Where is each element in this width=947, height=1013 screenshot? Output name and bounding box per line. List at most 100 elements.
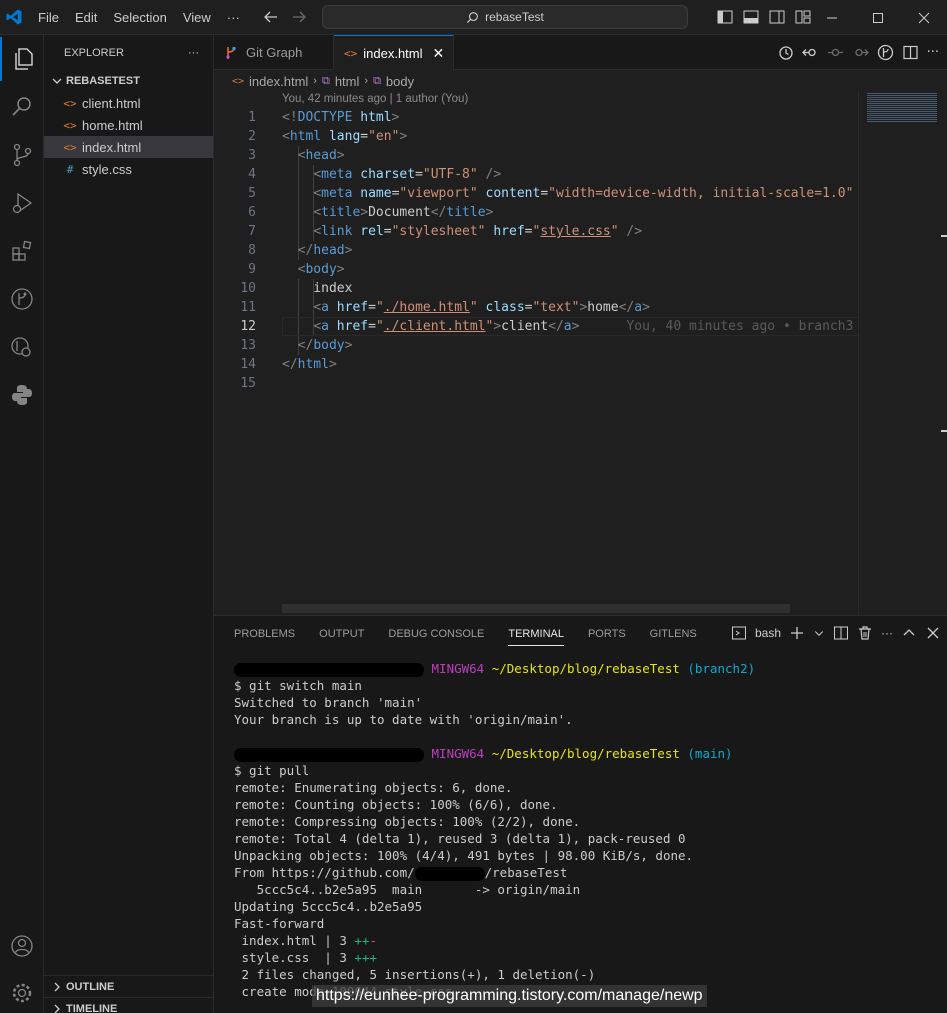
code-line[interactable]: 2 <html lang="en"> [214,127,858,146]
maximize-panel-icon[interactable] [901,625,917,641]
trash-icon[interactable] [857,625,873,641]
file-style-css[interactable]: # style.css [44,158,213,180]
close-window-button[interactable] [901,0,947,35]
line-number: 1 [248,110,256,125]
minimize-button[interactable] [809,0,855,35]
more-actions-button[interactable]: ··· [881,626,893,640]
code-editor[interactable]: 1 <!DOCTYPE html> 2 <html lang="en"> 3 <head… [214,108,858,608]
source-control-activity[interactable] [0,133,44,177]
code-text: <link rel="stylesheet" href="style.css" … [282,222,858,241]
code-line[interactable]: 6 <title>Document</title> [214,203,858,222]
menu-selection[interactable]: Selection [105,10,174,25]
more-actions-button[interactable]: ··· [927,44,939,61]
scrollbar-thumb[interactable] [941,235,947,237]
code-line[interactable]: 15 [214,374,858,393]
code-line[interactable]: 13 </body> [214,336,858,355]
explorer-activity[interactable] [0,37,44,81]
outline-section[interactable]: OUTLINE [44,975,214,997]
code-line[interactable]: 10 index [214,279,858,298]
chevron-down-icon[interactable] [813,625,825,641]
code-line[interactable]: 4 <meta charset="UTF-8" /> [214,165,858,184]
file-client-html[interactable]: <> client.html [44,92,213,114]
terminal-token: $ git pull [234,763,310,778]
minimize-icon [827,17,837,18]
codelens-blame-header[interactable]: You, 42 minutes ago | 1 author (You) [282,93,468,105]
search-activity[interactable] [0,85,44,129]
code-line[interactable]: 11 <a href="./home.html" class="text">ho… [214,298,858,317]
panel-tab-ports[interactable]: PORTS [588,628,626,646]
new-terminal-icon[interactable] [789,625,805,641]
previous-commit-icon[interactable] [827,44,844,61]
tab-git-graph[interactable]: Git Graph [214,35,334,70]
terminal-output[interactable]: MINGW64 ~/Desktop/blog/rebaseTest (branc… [234,660,755,1000]
manage-activity[interactable] [0,971,44,1013]
forward-arrow-icon[interactable] [290,8,308,26]
terminal-shell-name[interactable]: bash [755,626,781,640]
code-line[interactable]: 5 <meta name="viewport" content="width=d… [214,184,858,203]
extensions-activity[interactable] [0,229,44,273]
toggle-panel-icon[interactable] [742,8,760,26]
file-history-icon[interactable] [777,44,794,61]
close-panel-icon[interactable] [925,625,941,641]
search-text: rebaseTest [485,10,544,24]
breadcrumb-body[interactable]: body [386,74,414,89]
menu-edit[interactable]: Edit [67,10,105,25]
code-token: <! [282,110,298,125]
code-token: home [587,300,619,315]
code-text: </html> [282,355,858,374]
command-center-search[interactable]: rebaseTest [322,5,688,29]
git-compare-icon[interactable] [877,44,894,61]
code-text: <!DOCTYPE html> [282,108,858,127]
code-token: = [360,129,369,144]
code-line[interactable]: 1 <!DOCTYPE html> [214,108,858,127]
toggle-secondary-sidebar-icon[interactable] [768,8,786,26]
split-terminal-icon[interactable] [833,625,849,641]
tab-index-html[interactable]: <> index.html ✕ [334,35,454,71]
menu-view[interactable]: View [175,10,219,25]
panel-tab-terminal[interactable]: TERMINAL [508,628,564,646]
explorer-more-button[interactable]: ··· [188,47,199,59]
file-index-html[interactable]: <> index.html [44,136,213,158]
python-activity[interactable] [0,373,44,417]
code-token: style.css [540,224,611,239]
panel-tab-gitlens[interactable]: GITLENS [650,628,697,646]
panel-tab-output[interactable]: OUTPUT [319,628,364,646]
vertical-scrollbar[interactable] [940,90,947,615]
next-commit-icon[interactable] [852,44,869,61]
python-icon [12,385,32,405]
minimap[interactable] [858,90,940,615]
run-debug-activity[interactable] [0,181,44,225]
panel-tab-problems[interactable]: PROBLEMS [234,628,295,646]
breadcrumb-file[interactable]: index.html [249,74,308,89]
open-changes-icon[interactable] [801,44,819,61]
git-graph-activity[interactable] [0,277,44,321]
code-token: index [282,281,353,296]
code-line[interactable]: 14 </html> [214,355,858,374]
maximize-button[interactable] [855,0,901,35]
split-editor-icon[interactable] [902,44,919,61]
code-line[interactable]: 9 <body> [214,260,858,279]
gitlens-activity[interactable] [0,325,44,369]
tab-close-button[interactable]: ✕ [433,45,445,62]
code-line[interactable]: 3 <head> [214,146,858,165]
file-home-html[interactable]: <> home.html [44,114,213,136]
code-line[interactable]: 12 <a href="./client.html">client</a> Yo… [214,317,858,336]
horizontal-scrollbar[interactable] [282,604,790,613]
menu-bar: File Edit Selection View ··· [30,0,248,35]
back-arrow-icon[interactable] [262,8,280,26]
menu-file[interactable]: File [30,10,67,25]
menu-more[interactable]: ··· [219,10,248,25]
file-name: client.html [82,95,141,111]
toggle-primary-sidebar-icon[interactable] [716,8,734,26]
timeline-section[interactable]: TIMELINE [44,997,214,1013]
workspace-folder[interactable]: REBASETEST [44,70,213,92]
breadcrumb-html[interactable]: html [335,74,360,89]
code-line[interactable]: 8 </head> [214,241,858,260]
panel-tab-debug-console[interactable]: DEBUG CONSOLE [388,628,484,646]
code-line[interactable]: 7 <link rel="stylesheet" href="style.css… [214,222,858,241]
accounts-activity[interactable] [0,924,44,968]
